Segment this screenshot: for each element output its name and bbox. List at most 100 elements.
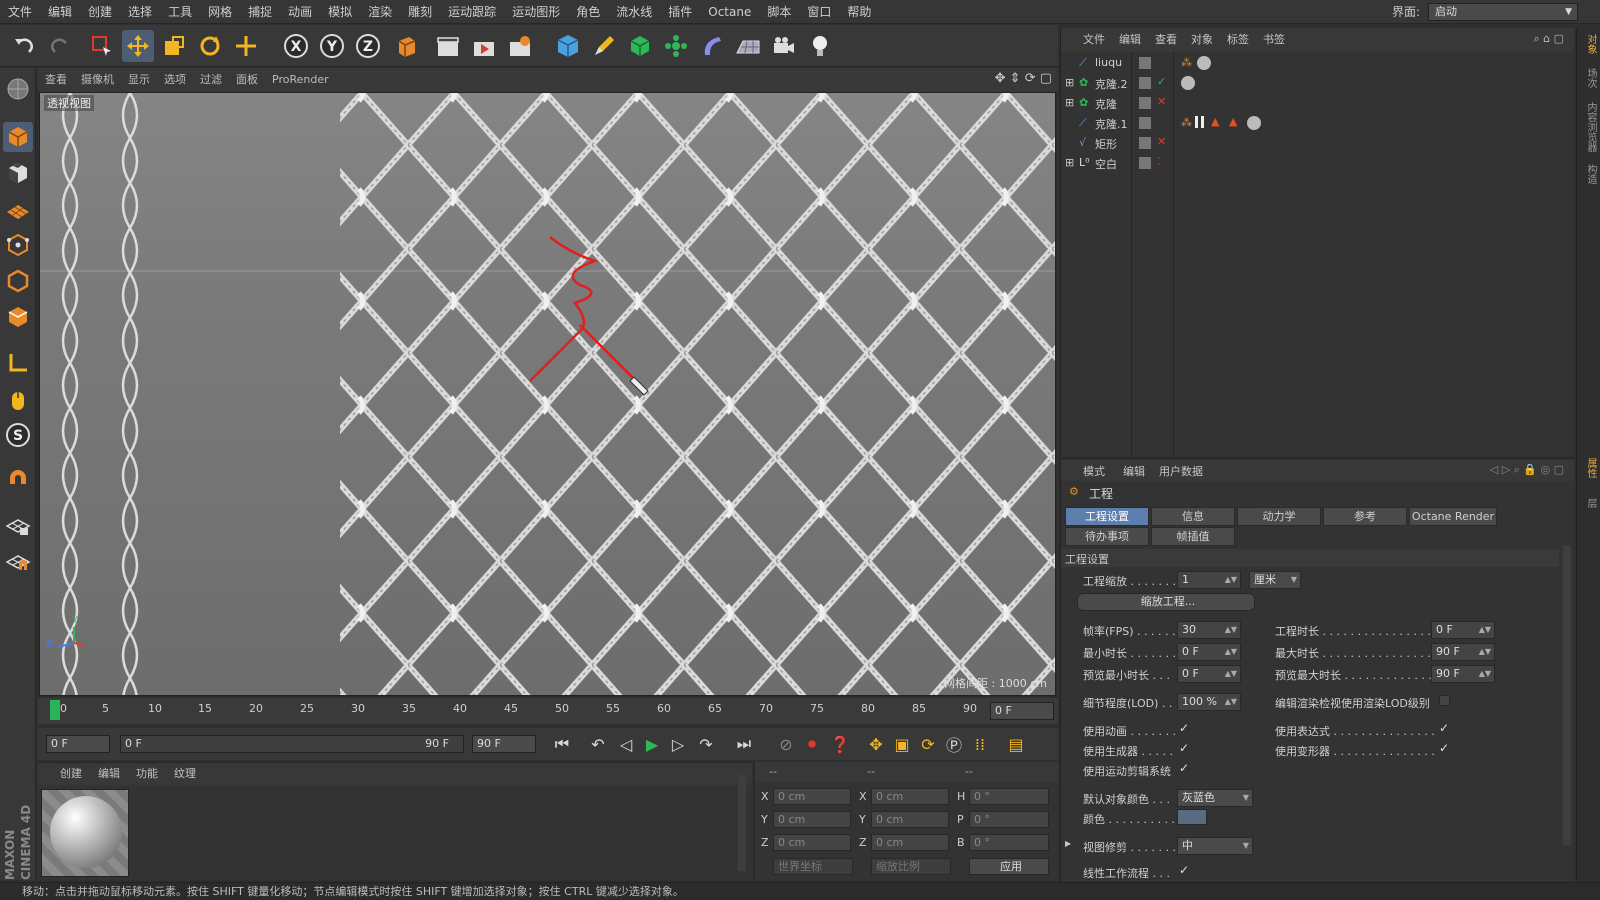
vtab-attributes[interactable]: 属性 — [1580, 458, 1598, 478]
coord-system-button[interactable] — [390, 30, 422, 62]
use-deformer-checkbox[interactable]: ✓ — [1439, 741, 1449, 755]
mat-menu-edit[interactable]: 编辑 — [90, 763, 128, 785]
mograph-cloner-button[interactable] — [660, 30, 692, 62]
om-row-clone2[interactable]: ⊞ ✿ 克隆.2 ✓ — [1061, 74, 1575, 94]
pen-button[interactable] — [588, 30, 620, 62]
vp-menu-camera[interactable]: 摄像机 — [74, 68, 121, 92]
render-lod-checkbox[interactable] — [1439, 695, 1450, 706]
camera-button[interactable] — [768, 30, 800, 62]
undo-button[interactable] — [8, 30, 40, 62]
apply-button[interactable]: 应用 — [969, 858, 1049, 875]
om-menu-objects[interactable]: 对象 — [1184, 28, 1220, 52]
rot-p-field[interactable]: 0 ° — [969, 811, 1049, 828]
vtab-layers[interactable]: 层 — [1580, 498, 1598, 508]
timeline-ruler[interactable]: 0 5 10 15 20 25 30 35 40 45 50 55 60 65 … — [38, 698, 1058, 724]
vtab-objects[interactable]: 对象 — [1580, 34, 1598, 54]
min-time-field[interactable]: 0 F ▲▼ — [1177, 643, 1241, 661]
goto-start-button[interactable]: ⏮ — [550, 732, 574, 756]
magnet-button[interactable] — [3, 466, 33, 496]
menu-octane[interactable]: Octane — [700, 0, 759, 24]
viewport-perspective[interactable]: 透视视图 Y Z 网格间距 : 1000 cm — [39, 92, 1056, 696]
lock-workplane-button[interactable] — [3, 510, 33, 540]
tweak-button[interactable] — [3, 384, 33, 414]
enable-axis-button[interactable] — [3, 348, 33, 378]
snap-button[interactable]: S — [3, 420, 33, 450]
light-button[interactable] — [804, 30, 836, 62]
autokey-button[interactable]: ⏺ — [800, 732, 824, 756]
menu-mograph[interactable]: 运动图形 — [504, 0, 568, 24]
expand-icon[interactable]: ⊞ — [1065, 156, 1074, 169]
om-menu-bookmarks[interactable]: 书签 — [1256, 28, 1292, 52]
max-time-field[interactable]: 90 F ▲▼ — [1431, 643, 1495, 661]
material-thumbnail[interactable] — [41, 789, 129, 877]
menu-window[interactable]: 窗口 — [799, 0, 839, 24]
size-y-field[interactable]: 0 cm — [871, 811, 949, 828]
menu-motion-tracking[interactable]: 运动跟踪 — [440, 0, 504, 24]
playhead[interactable] — [50, 700, 60, 720]
redo-button[interactable] — [44, 30, 76, 62]
tab-project-settings[interactable]: 工程设置 — [1065, 507, 1149, 526]
am-nav-icons[interactable]: ◁ ▷ ⌕ 🔒 ◎ ▢ — [1490, 463, 1564, 477]
y-axis-button[interactable]: Y — [316, 30, 348, 62]
om-row-liuqu[interactable]: ⟋ liuqu ⁂ — [1061, 54, 1575, 74]
om-row-null[interactable]: ⊞ L⁰ 空白 ⁚ — [1061, 154, 1575, 174]
am-menu-edit[interactable]: 编辑 — [1123, 463, 1145, 479]
menu-simulate[interactable]: 模拟 — [320, 0, 360, 24]
rot-h-field[interactable]: 0 ° — [969, 788, 1049, 805]
project-duration-field[interactable]: 0 F ▲▼ — [1431, 621, 1495, 639]
tab-octane-render[interactable]: Octane Render — [1409, 507, 1497, 526]
menu-character[interactable]: 角色 — [568, 0, 608, 24]
prev-key-button[interactable]: ↶ — [586, 732, 610, 756]
current-frame-field[interactable]: 0 F — [990, 702, 1054, 720]
make-editable-button[interactable] — [3, 74, 33, 104]
vtab-takes[interactable]: 场次 — [1580, 68, 1598, 88]
key-position-button[interactable]: ✥ — [864, 732, 888, 756]
cube-button[interactable] — [552, 30, 584, 62]
start-frame-field[interactable]: 0 F — [46, 735, 110, 753]
scale-mode-select[interactable]: 缩放比例 — [871, 858, 951, 875]
scale-unit-select[interactable]: 厘米 ▼ — [1249, 571, 1301, 589]
menu-mesh[interactable]: 网格 — [200, 0, 240, 24]
key-param-button[interactable]: Ⓟ — [942, 732, 966, 756]
tab-info[interactable]: 信息 — [1151, 507, 1235, 526]
menu-sculpt[interactable]: 雕刻 — [400, 0, 440, 24]
record-motion-button[interactable]: ⊘ — [774, 732, 798, 756]
visibility-dot-icon[interactable]: ⁚ — [1157, 155, 1161, 168]
vtab-structure[interactable]: 构造 — [1580, 164, 1598, 184]
material-scrollbar[interactable] — [738, 775, 746, 871]
preview-max-field[interactable]: 90 F ▲▼ — [1431, 665, 1495, 683]
view-clip-select[interactable]: 中 ▼ — [1177, 837, 1253, 855]
vp-menu-panel[interactable]: 面板 — [229, 68, 265, 92]
model-mode-button[interactable] — [3, 122, 33, 152]
size-x-field[interactable]: 0 cm — [871, 788, 949, 805]
use-generator-checkbox[interactable]: ✓ — [1179, 741, 1189, 755]
goto-end-button[interactable]: ⏭ — [732, 732, 756, 756]
play-button[interactable]: ▶ — [640, 732, 664, 756]
menu-file[interactable]: 文件 — [0, 0, 40, 24]
viewport-nav-icons[interactable]: ✥ ⇕ ⟳ ▢ — [995, 71, 1052, 86]
om-menu-edit[interactable]: 编辑 — [1112, 28, 1148, 52]
polygons-mode-button[interactable] — [3, 302, 33, 332]
live-select-button[interactable] — [86, 30, 118, 62]
render-view-button[interactable] — [432, 30, 464, 62]
menu-edit[interactable]: 编辑 — [40, 0, 80, 24]
am-scrollbar[interactable] — [1563, 545, 1571, 845]
vp-menu-options[interactable]: 选项 — [157, 68, 193, 92]
color-swatch[interactable] — [1177, 809, 1207, 825]
menu-tools[interactable]: 工具 — [160, 0, 200, 24]
workplane-mode-button[interactable] — [3, 194, 33, 224]
next-frame-button[interactable]: ▷ — [666, 732, 690, 756]
lod-field[interactable]: 100 % ▲▼ — [1177, 693, 1241, 711]
vp-menu-view[interactable]: 查看 — [38, 68, 74, 92]
floor-button[interactable] — [732, 30, 764, 62]
transform-tool-button[interactable] — [230, 30, 262, 62]
move-tool-button[interactable] — [122, 30, 154, 62]
project-scale-field[interactable]: 1 ▲▼ — [1177, 571, 1241, 589]
om-menu-tags[interactable]: 标签 — [1220, 28, 1256, 52]
disabled-x-icon[interactable]: ✕ — [1157, 135, 1166, 148]
use-animation-checkbox[interactable]: ✓ — [1179, 721, 1189, 735]
render-settings-button[interactable] — [504, 30, 536, 62]
om-row-clone1[interactable]: ⟋ 克隆.1 ⁂ ▲ ▲ — [1061, 114, 1575, 134]
mat-menu-create[interactable]: 创建 — [38, 763, 90, 785]
subdivision-button[interactable] — [624, 30, 656, 62]
